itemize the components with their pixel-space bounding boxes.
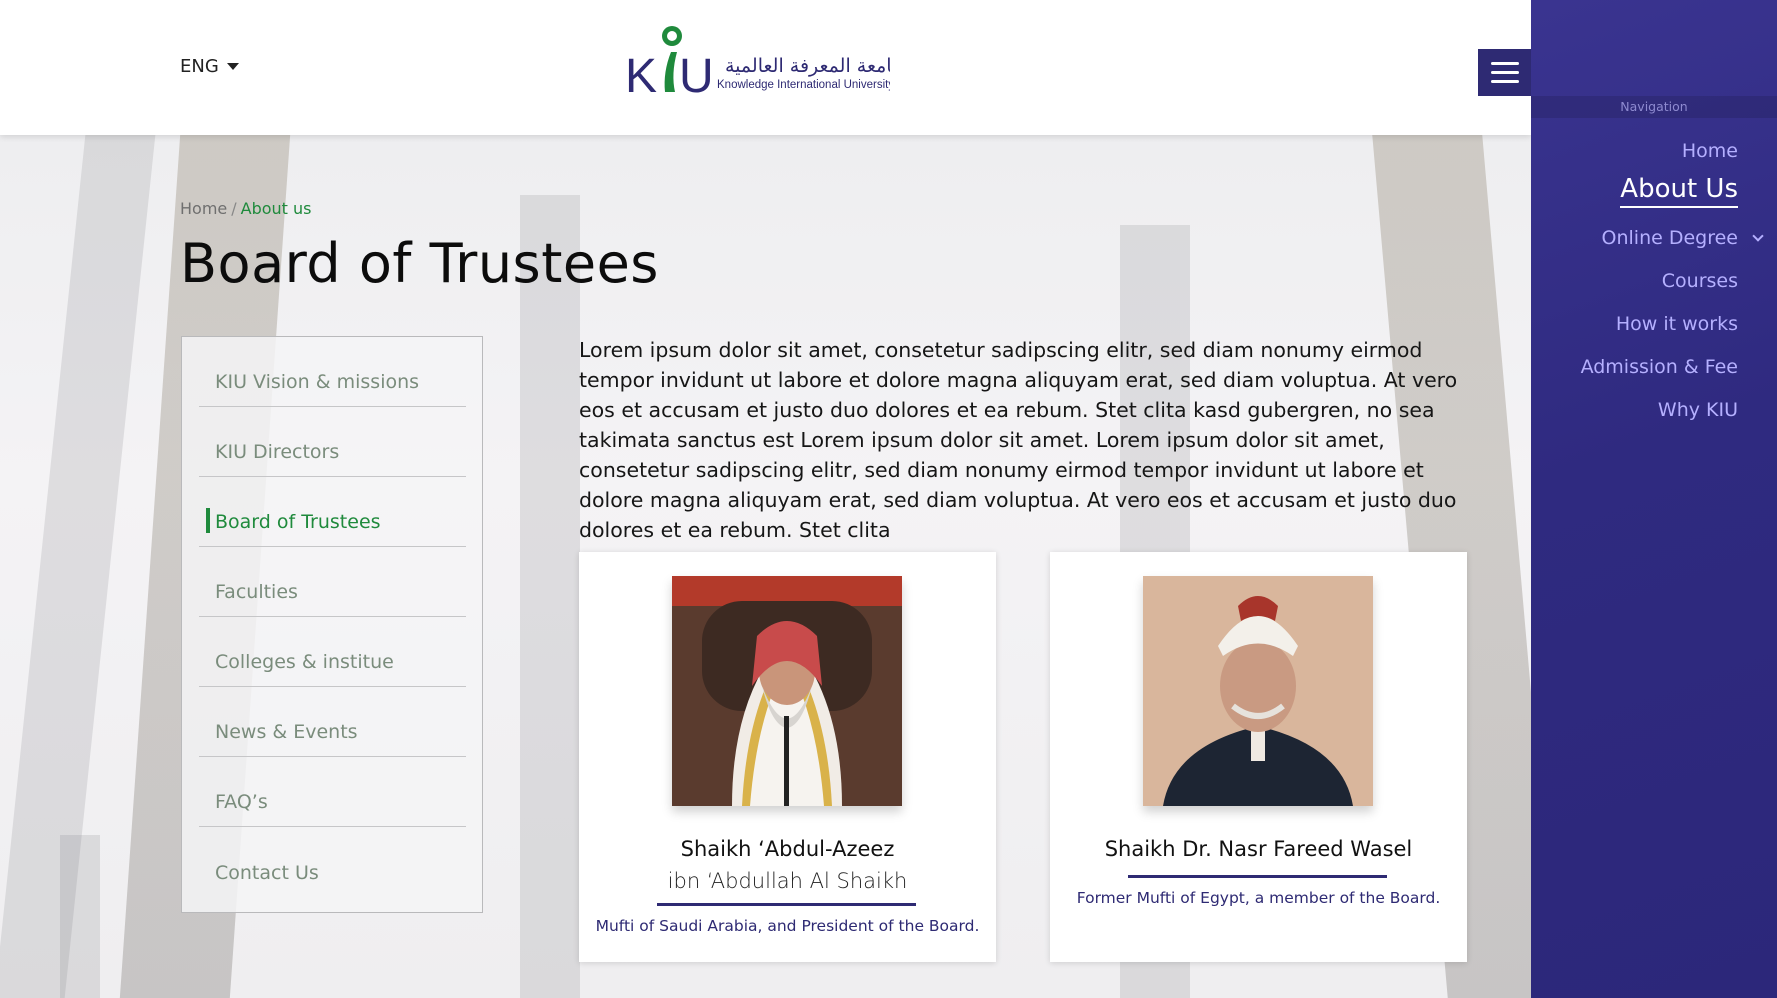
chevron-down-icon[interactable] [1752,230,1764,242]
breadcrumb: Home / About us [180,199,312,218]
intro-paragraph: Lorem ipsum dolor sit amet, consetetur s… [579,338,1458,542]
trustee-photo [1143,576,1373,806]
nav-link-online-degree[interactable]: Online Degree [1602,227,1738,249]
nav-link-about-us[interactable]: About Us [1620,174,1738,208]
logo-mark-i [664,52,677,92]
trustee-card[interactable]: Shaikh ‘Abdul-Azeez ibn ‘Abdullah Al Sha… [579,552,996,962]
navigation-panel: Navigation Home About Us Online Degree C… [1531,0,1777,998]
logo-english-text: Knowledge International University [717,79,890,91]
hamburger-icon-line [1490,71,1519,74]
nav-link-home[interactable]: Home [1682,140,1738,162]
trustee-name: Shaikh ‘Abdul-Azeez [680,837,895,861]
logo-mark-k: K [625,50,657,98]
trustee-role: Former Mufti of Egypt, a member of the B… [1076,889,1441,907]
breadcrumb-home[interactable]: Home [180,199,227,218]
trustee-name: Shaikh Dr. Nasr Fareed Wasel [1104,837,1413,861]
hamburger-icon [1490,62,1519,65]
nav-link-courses[interactable]: Courses [1662,270,1738,292]
side-menu-item-board-of-trustees[interactable]: Board of Trustees [199,477,466,547]
kiu-logo[interactable]: K U جامعة المعرفة العالمية Knowledge Int… [625,22,890,98]
trustee-role: Mufti of Saudi Arabia, and President of … [595,917,980,935]
page-title: Board of Trustees [180,232,659,295]
card-divider [657,903,916,906]
caret-down-icon [226,63,239,70]
side-menu-item-faqs[interactable]: FAQ’s [199,757,466,827]
side-menu-item-faculties[interactable]: Faculties [199,547,466,617]
language-selector[interactable]: ENG [180,56,239,77]
hamburger-menu-button[interactable] [1478,49,1531,96]
nav-link-how-it-works[interactable]: How it works [1616,313,1738,335]
breadcrumb-current[interactable]: About us [241,199,312,218]
card-divider [1128,875,1387,878]
navigation-label: Navigation [1531,96,1777,118]
trustee-card[interactable]: Shaikh Dr. Nasr Fareed Wasel Former Muft… [1050,552,1467,962]
trustee-name-line2: ibn ‘Abdullah Al Shaikh [667,869,908,893]
hamburger-icon-line [1490,80,1519,83]
side-menu-item-contact[interactable]: Contact Us [199,827,466,897]
logo-mark-u: U [679,50,714,98]
about-side-menu: KIU Vision & missions KIU Directors Boar… [181,336,483,913]
breadcrumb-separator: / [231,199,237,218]
side-menu-item-news-events[interactable]: News & Events [199,687,466,757]
nav-link-why-kiu[interactable]: Why KIU [1658,399,1738,421]
nav-link-admission-fee[interactable]: Admission & Fee [1581,356,1738,378]
logo-arabic-text: جامعة المعرفة العالمية [725,55,890,77]
side-menu-item-directors[interactable]: KIU Directors [199,407,466,477]
trustee-photo [672,576,902,806]
site-header: ENG K U جامعة المعرفة العالمية Knowledge… [0,0,1531,135]
side-menu-item-vision[interactable]: KIU Vision & missions [199,337,466,407]
side-menu-item-colleges[interactable]: Colleges & institue [199,617,466,687]
language-label: ENG [180,56,219,77]
